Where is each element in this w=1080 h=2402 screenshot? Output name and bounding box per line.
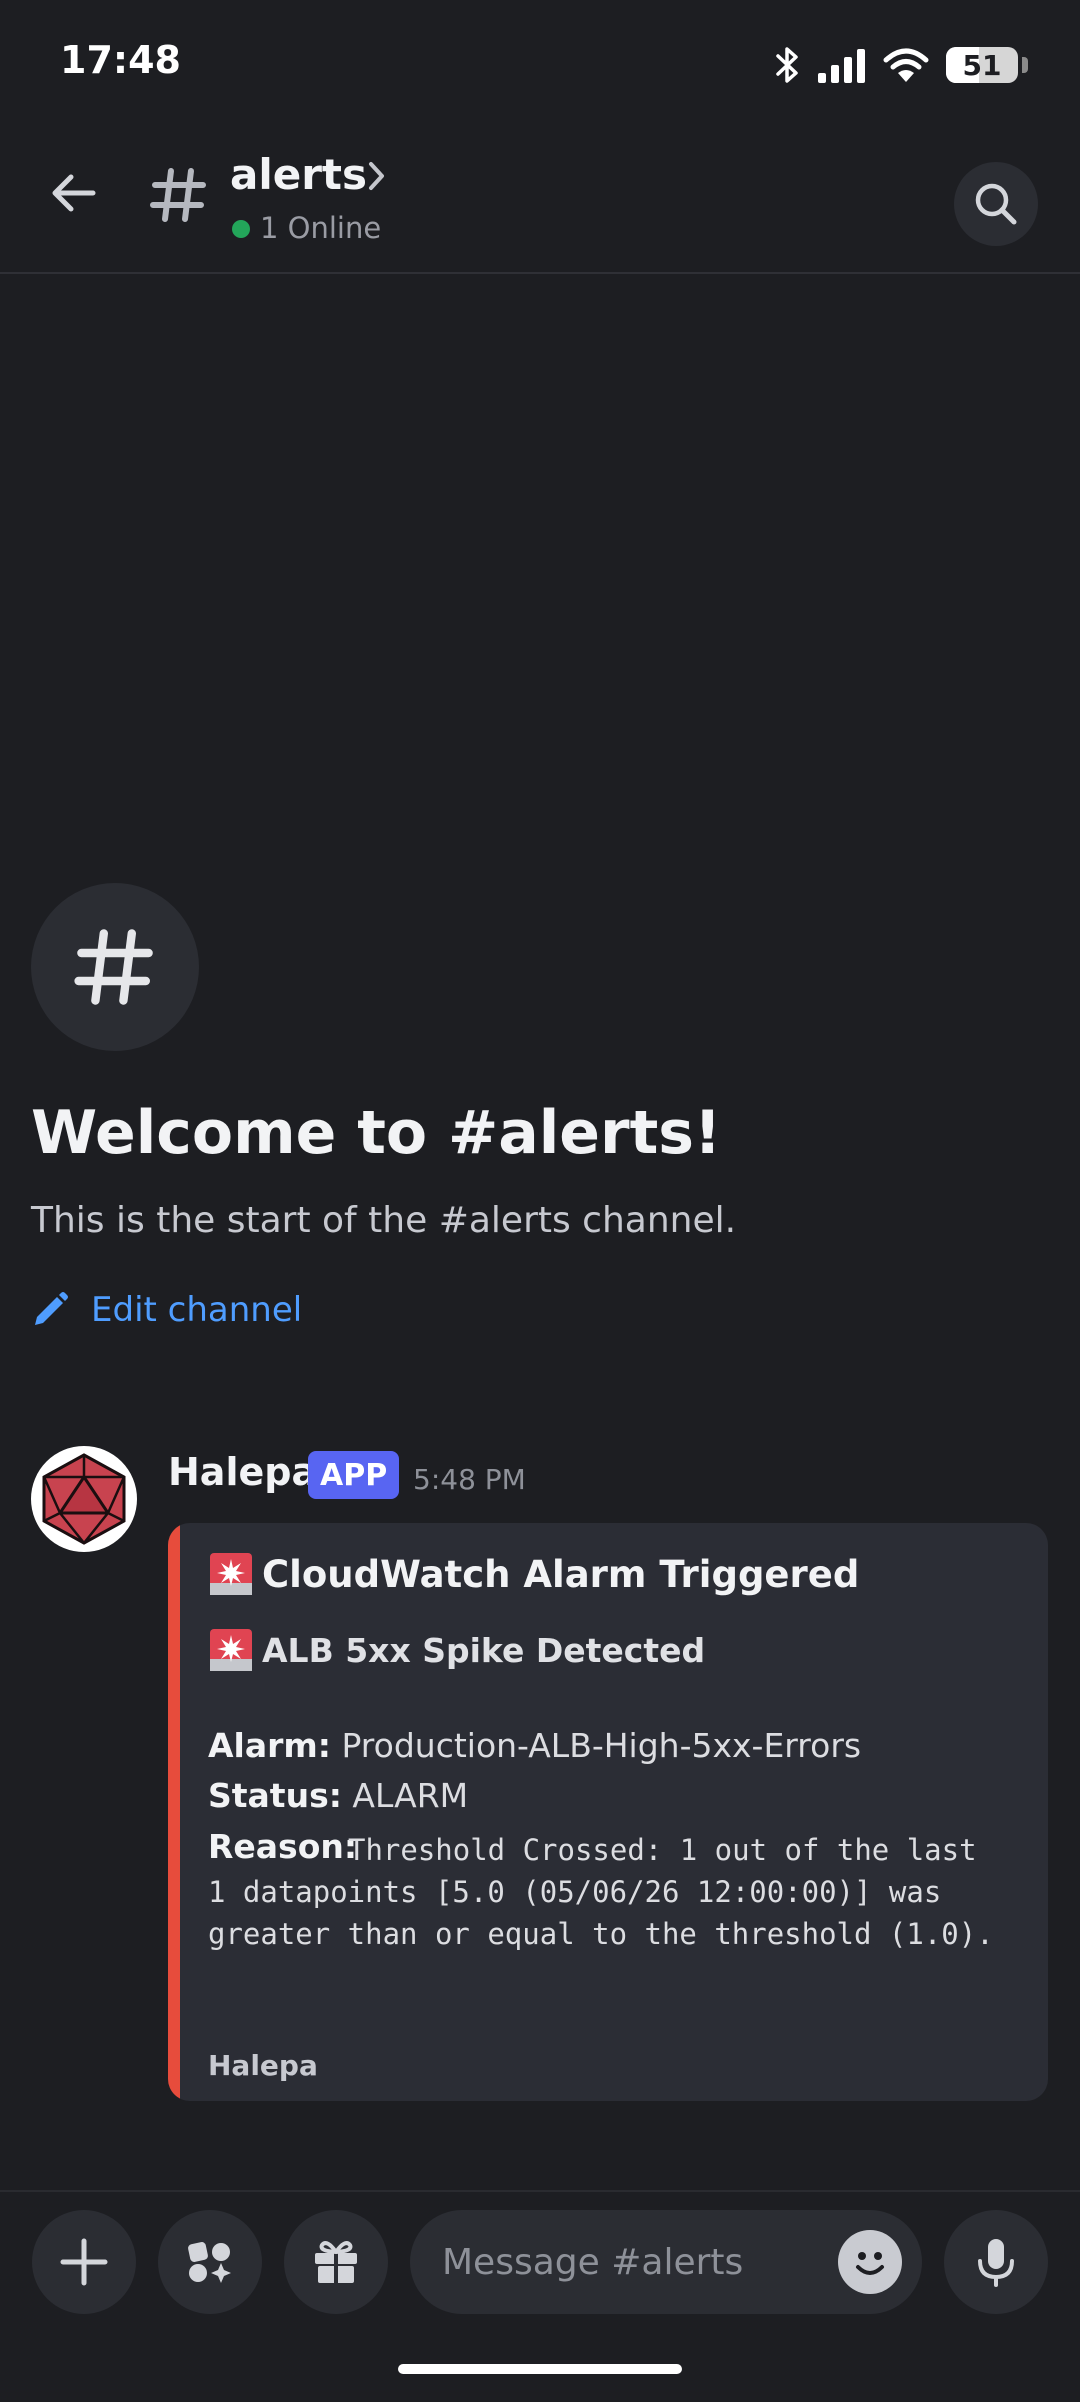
- gift-button[interactable]: [284, 2210, 388, 2314]
- siren-icon: [210, 1629, 252, 1671]
- embed-title-text: CloudWatch Alarm Triggered: [262, 1552, 860, 1596]
- status-icons: 51: [774, 40, 1028, 90]
- gift-icon: [315, 2241, 357, 2283]
- home-indicator[interactable]: [398, 2364, 682, 2374]
- chevron-right-icon[interactable]: [366, 160, 388, 201]
- embed-subtitle: ALB 5xx Spike Detected: [208, 1627, 705, 1673]
- channel-title[interactable]: alerts: [230, 150, 367, 199]
- apps-icon: [188, 2242, 231, 2283]
- search-button[interactable]: [954, 162, 1038, 246]
- smiley-icon: [856, 2252, 884, 2275]
- welcome-title: Welcome to #alerts!: [31, 1098, 722, 1168]
- alarm-embed: CloudWatch Alarm Triggered ALB 5xx Spike…: [168, 1523, 1048, 2101]
- app-badge: APP: [308, 1451, 400, 1499]
- battery-level: 51: [962, 48, 1002, 82]
- add-attachment-button[interactable]: [32, 2210, 136, 2314]
- embed-title: CloudWatch Alarm Triggered: [208, 1551, 859, 1597]
- pencil-icon: [35, 1292, 68, 1325]
- reason-value: Threshold Crossed: 1 out of the last 1 d…: [208, 1833, 994, 1951]
- message-input-placeholder: Message #alerts: [442, 2242, 744, 2283]
- apps-button[interactable]: [158, 2210, 262, 2314]
- avatar[interactable]: [31, 1446, 137, 1552]
- status-field: Status: ALARM: [208, 1776, 468, 1815]
- embed-accent-bar: [168, 1523, 180, 2101]
- edit-channel-label: Edit channel: [91, 1290, 303, 1330]
- battery-icon: 51: [946, 47, 1018, 83]
- arrow-left-icon: [52, 174, 96, 212]
- online-indicator: [232, 220, 250, 238]
- microphone-icon: [978, 2239, 1014, 2287]
- siren-icon: [210, 1553, 252, 1595]
- signal-icon: [818, 49, 865, 83]
- status-label: Status:: [208, 1776, 342, 1815]
- embed-footer: Halepa: [208, 2049, 318, 2082]
- status-time: 17:48: [60, 38, 181, 82]
- voice-message-button[interactable]: [944, 2210, 1048, 2314]
- alarm-value: Production-ALB-High-5xx-Errors: [341, 1726, 862, 1765]
- emoji-button[interactable]: [838, 2230, 902, 2294]
- status-value: ALARM: [352, 1776, 469, 1815]
- alarm-label: Alarm:: [208, 1726, 331, 1765]
- channel-hash-icon: [144, 160, 214, 230]
- back-button[interactable]: [40, 160, 106, 226]
- alarm-field: Alarm: Production-ALB-High-5xx-Errors: [208, 1726, 861, 1765]
- edit-channel-link[interactable]: Edit channel: [31, 1290, 302, 1330]
- battery-tip: [1022, 57, 1028, 73]
- message-timestamp: 5:48 PM: [413, 1463, 526, 1496]
- welcome-subtitle: This is the start of the #alerts channel…: [31, 1200, 737, 1241]
- bluetooth-icon: [776, 47, 798, 83]
- channel-hash-icon-large: [31, 883, 199, 1051]
- message-author[interactable]: Halepa: [168, 1450, 317, 1494]
- plus-icon: [60, 2238, 108, 2286]
- wifi-icon: [883, 48, 929, 82]
- search-icon: [975, 183, 1017, 225]
- embed-subtitle-text: ALB 5xx Spike Detected: [262, 1630, 706, 1670]
- online-count: 1 Online: [260, 211, 382, 245]
- d20-dice-icon: [42, 1453, 126, 1545]
